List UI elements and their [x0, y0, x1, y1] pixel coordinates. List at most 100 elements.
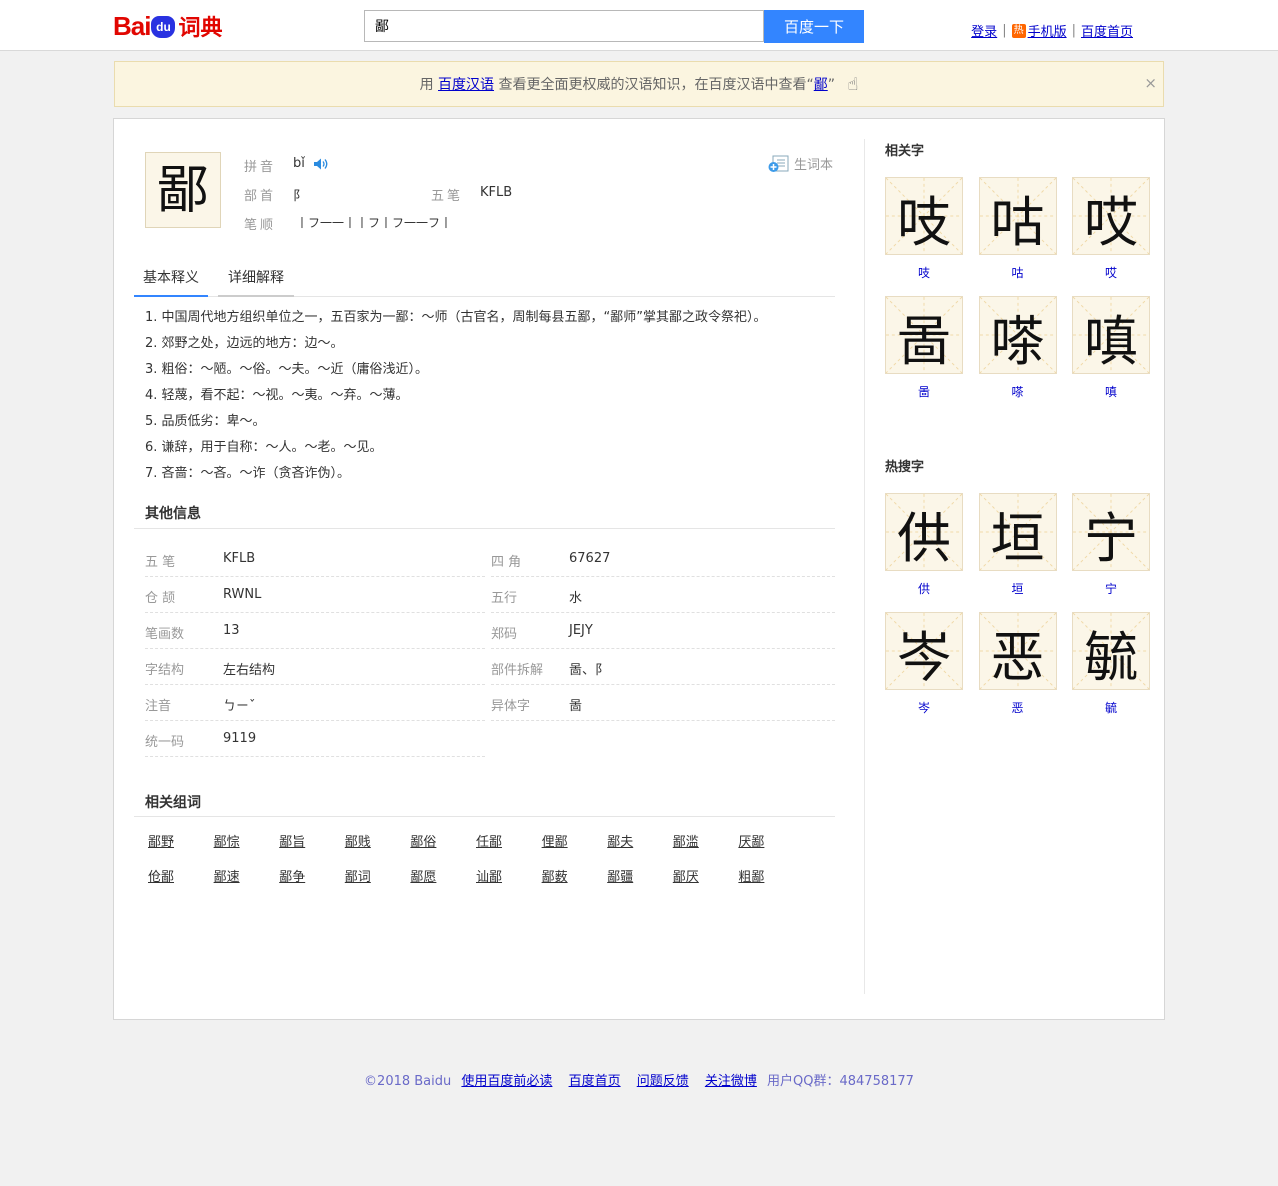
char-cell[interactable]: 供: [885, 493, 963, 571]
related-word-link[interactable]: 鄙旨: [279, 831, 305, 850]
char-caption-link[interactable]: 咕: [979, 264, 1057, 281]
definition-list: 1. 中国周代地方组织单位之一，五百家为一鄙：～师（古官名，周制每县五鄙，“鄙师…: [145, 305, 767, 487]
definition-item: 1. 中国周代地方组织单位之一，五百家为一鄙：～师（古官名，周制每县五鄙，“鄙师…: [145, 310, 767, 325]
char-caption-link[interactable]: 岑: [885, 699, 963, 716]
wubi-value: KFLB: [480, 185, 513, 200]
qq-group: 用户QQ群：484758177: [767, 1074, 914, 1089]
definition-item: 3. 粗俗：～陋。～俗。～夫。～近（庸俗浅近）。: [145, 362, 429, 377]
info-row: 字结构 左右结构: [145, 649, 485, 685]
vocab-book-button[interactable]: 生词本: [768, 154, 833, 173]
footer-link-terms[interactable]: 使用百度前必读: [461, 1074, 552, 1089]
close-icon[interactable]: ×: [1144, 60, 1157, 106]
char-cell[interactable]: 恶: [978, 612, 1057, 690]
char-glyph: 嗏: [990, 310, 1045, 373]
definition-item: 4. 轻蔑，看不起：～视。～夷。～弃。～薄。: [145, 388, 409, 403]
char-cell[interactable]: 岑: [885, 612, 963, 690]
info-row: 异体字啚: [491, 685, 835, 721]
char-cell[interactable]: 哎: [1072, 177, 1150, 255]
char-caption-link[interactable]: 供: [885, 580, 963, 597]
headword-char: 鄙: [145, 152, 221, 228]
char-glyph: 哎: [1084, 191, 1138, 254]
related-word-link[interactable]: 俚鄙: [542, 831, 568, 850]
char-caption-link[interactable]: 嗔: [1072, 383, 1150, 400]
related-word-link[interactable]: 讪鄙: [476, 866, 502, 885]
related-word-link[interactable]: 鄙速: [214, 866, 240, 885]
notice-char-link[interactable]: 鄙: [814, 77, 828, 93]
related-word-link[interactable]: 鄙夫: [607, 831, 633, 850]
related-word-link[interactable]: 任鄙: [476, 831, 502, 850]
char-glyph: 恶: [990, 626, 1045, 689]
related-words-title: 相关组词: [145, 795, 201, 811]
char-caption-link[interactable]: 宁: [1072, 580, 1150, 597]
pinyin-value: bǐ: [293, 156, 305, 171]
related-word-link[interactable]: 鄙争: [279, 866, 305, 885]
related-word-link[interactable]: 鄙愿: [410, 866, 436, 885]
char-cell[interactable]: 嗔: [1072, 296, 1150, 374]
info-row: 郑码 JEJY: [491, 613, 835, 649]
related-word-link[interactable]: 鄙贱: [345, 831, 371, 850]
char-glyph: 嗔: [1084, 310, 1138, 373]
related-word-link[interactable]: 鄙词: [345, 866, 371, 885]
related-word-link[interactable]: 鄙悰: [214, 831, 240, 850]
related-word-link[interactable]: 鄙疆: [607, 866, 633, 885]
definition-item: 5. 品质低劣：卑～。: [145, 414, 266, 429]
info-row: 五 笔 KFLB: [145, 541, 485, 577]
char-caption-link[interactable]: 毓: [1072, 699, 1150, 716]
mobile-link[interactable]: 手机版: [1028, 21, 1067, 40]
column-divider: [864, 139, 865, 994]
footer-link-feedback[interactable]: 问题反馈: [637, 1074, 689, 1089]
main-panel: 鄙 拼音 bǐ 部首 阝 五笔 KFLB 笔顺 丨フ一一丨丨フ丨フ一一フ丨 生词…: [113, 118, 1165, 1020]
hanyu-link[interactable]: 百度汉语: [438, 77, 494, 93]
char-cell[interactable]: 嗏: [978, 296, 1057, 374]
char-caption-link[interactable]: 恶: [979, 699, 1057, 716]
footer-link-home[interactable]: 百度首页: [569, 1074, 621, 1089]
copyright: ©2018 Baidu: [364, 1074, 452, 1089]
related-word-link[interactable]: 鄙滥: [673, 831, 699, 850]
definition-item: 2. 郊野之处，边远的地方：边～。: [145, 336, 344, 351]
char-cell[interactable]: 宁: [1072, 493, 1150, 571]
radical-label: 部首: [244, 189, 277, 204]
search-button[interactable]: 百度一下: [764, 10, 864, 43]
login-link[interactable]: 登录: [971, 21, 997, 40]
char-glyph: 咕: [990, 191, 1045, 254]
info-row: 注音 ㄅㄧˇ: [145, 685, 485, 721]
top-links: 登录 | 热 手机版 | 百度首页: [971, 21, 1133, 40]
related-word-link[interactable]: 鄙厌: [673, 866, 699, 885]
char-cell[interactable]: 垣: [978, 493, 1057, 571]
search-input[interactable]: [364, 10, 764, 42]
info-row: 笔画数 13: [145, 613, 485, 649]
baidu-dict-logo[interactable]: Bai du 词典: [113, 6, 222, 46]
related-word-link[interactable]: 鄙薮: [542, 866, 568, 885]
speaker-icon[interactable]: [314, 158, 328, 170]
wubi-label: 五笔: [431, 189, 464, 204]
char-caption-link[interactable]: 嗏: [979, 383, 1057, 400]
vocab-book-icon: [768, 155, 789, 172]
tab-basic[interactable]: 基本释义: [134, 263, 208, 297]
char-caption-link[interactable]: 啚: [885, 383, 963, 400]
char-glyph: 吱: [897, 191, 951, 254]
footer-link-weibo[interactable]: 关注微博: [705, 1074, 757, 1089]
related-word-link[interactable]: 厌鄙: [738, 831, 764, 850]
info-row: 仓 颉 RWNL: [145, 577, 485, 613]
related-word-link[interactable]: 粗鄙: [738, 866, 764, 885]
related-word-link[interactable]: 鄙野: [148, 831, 174, 850]
pinyin-label: 拼音: [244, 160, 277, 175]
baidu-home-link[interactable]: 百度首页: [1081, 21, 1133, 40]
char-glyph: 供: [897, 507, 951, 570]
related-word-link[interactable]: 鄙俗: [410, 831, 436, 850]
char-cell[interactable]: 吱: [885, 177, 963, 255]
char-cell[interactable]: 毓: [1072, 612, 1150, 690]
char-cell[interactable]: 啚: [885, 296, 963, 374]
char-glyph: 岑: [897, 626, 951, 689]
entry-panel: 鄙 拼音 bǐ 部首 阝 五笔 KFLB 笔顺 丨フ一一丨丨フ丨フ一一フ丨 生词…: [134, 119, 835, 1019]
notice-text: 查看更全面更权威的汉语知识，在百度汉语中查看: [498, 77, 807, 93]
definition-item: 6. 谦辞，用于自称：～人。～老。～见。: [145, 440, 383, 455]
char-glyph: 啚: [897, 310, 951, 373]
logo-bai: Bai: [113, 10, 151, 41]
tab-detail[interactable]: 详细解释: [218, 263, 294, 297]
related-word-link[interactable]: 伧鄙: [148, 866, 174, 885]
char-caption-link[interactable]: 吱: [885, 264, 963, 281]
char-caption-link[interactable]: 哎: [1072, 264, 1150, 281]
char-caption-link[interactable]: 垣: [979, 580, 1057, 597]
char-cell[interactable]: 咕: [978, 177, 1057, 255]
